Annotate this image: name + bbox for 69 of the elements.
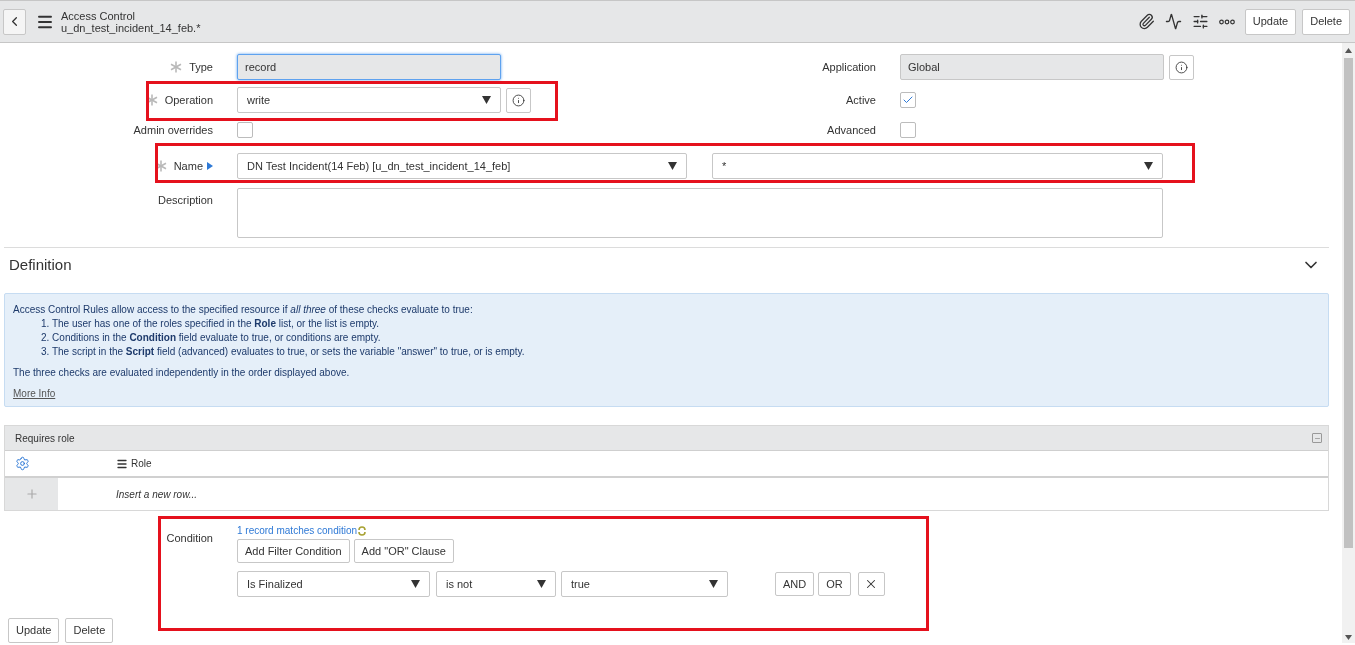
- more-icon[interactable]: [1218, 18, 1235, 25]
- caret-icon: [411, 580, 420, 588]
- sliders-icon[interactable]: [1191, 13, 1209, 30]
- check-icon: [902, 94, 914, 106]
- button[interactable]: Add "OR" Clause: [353, 539, 454, 563]
- button[interactable]: Update: [8, 618, 60, 643]
- more-info-link[interactable]: More Info: [13, 387, 56, 402]
- triangle-icon[interactable]: [207, 162, 213, 170]
- description-field[interactable]: [237, 188, 1163, 238]
- dropdown[interactable]: write: [237, 87, 501, 113]
- add-row-cell[interactable]: [5, 478, 58, 510]
- dropdown[interactable]: *: [712, 153, 1163, 179]
- field-label: Operation: [164, 92, 213, 108]
- field-label: Description: [157, 193, 213, 208]
- caret-icon: [668, 162, 677, 170]
- column-header: Role: [131, 457, 152, 471]
- section-title: Definition: [9, 254, 72, 275]
- field-label: Name: [173, 158, 203, 174]
- record-subtitle: u_dn_test_incident_14_feb.*: [61, 21, 201, 34]
- dropdown[interactable]: true: [561, 571, 728, 597]
- button[interactable]: Update: [1244, 8, 1297, 35]
- back-button[interactable]: [3, 8, 26, 35]
- refresh-icon[interactable]: [357, 525, 368, 536]
- info-button[interactable]: [1169, 54, 1194, 80]
- button[interactable]: Delete: [65, 618, 114, 643]
- window-title: Access Control: [61, 9, 136, 22]
- collapse-button[interactable]: [1312, 433, 1322, 443]
- info-button[interactable]: [506, 87, 531, 113]
- matches-link[interactable]: 1 record matches condition: [237, 523, 358, 538]
- info-icon: [512, 93, 525, 107]
- scrollbar[interactable]: [1342, 43, 1355, 643]
- info-text: Access Control Rules allow access to the specified resource if all three of these checks evaluate to true:: [13, 303, 474, 318]
- button[interactable]: Delete: [1302, 8, 1350, 35]
- caret-icon: [537, 580, 546, 588]
- checkbox[interactable]: [900, 92, 916, 108]
- info-text: 1. The user has one of the roles specified in the Role list, or the list is empty.: [40, 317, 381, 332]
- checkbox[interactable]: [237, 122, 253, 138]
- field-label: Admin overrides: [133, 122, 213, 138]
- column-menu-icon[interactable]: [116, 457, 128, 470]
- info-icon: [1175, 60, 1188, 74]
- plus-icon: [24, 487, 39, 501]
- paperclip-icon[interactable]: [1137, 13, 1155, 30]
- insert-row-placeholder[interactable]: Insert a new row...: [116, 486, 198, 502]
- button[interactable]: AND: [775, 572, 815, 596]
- input-field[interactable]: record: [237, 54, 501, 80]
- caret-icon: [1144, 162, 1153, 170]
- caret-icon: [482, 96, 491, 104]
- info-text: The three checks are evaluated independently in the order displayed above.: [13, 366, 351, 381]
- remove-button[interactable]: [857, 572, 885, 596]
- scroll-down-icon[interactable]: [1345, 635, 1352, 640]
- info-text: 3. The script in the Script field (advanced) evaluates to true, or sets the variable "answer" to true, or is empty.: [40, 345, 526, 360]
- button[interactable]: Add Filter Condition: [237, 539, 350, 563]
- scroll-up-icon[interactable]: [1345, 48, 1352, 53]
- checkbox[interactable]: [900, 122, 916, 138]
- field-label: Advanced: [827, 122, 876, 138]
- dropdown[interactable]: is not: [436, 571, 556, 597]
- settings-icon[interactable]: [15, 456, 30, 471]
- list-title: Requires role: [15, 431, 75, 446]
- pulse-icon[interactable]: [1164, 13, 1182, 30]
- field-label: Condition: [166, 531, 213, 546]
- field-label: Active: [846, 92, 876, 108]
- field-label: Application: [822, 59, 876, 75]
- field-label: Type: [189, 59, 213, 75]
- info-text: 2. Conditions in the Condition field evaluate to true, or conditions are empty.: [40, 331, 382, 346]
- button[interactable]: OR: [818, 572, 851, 596]
- caret-icon: [709, 580, 718, 588]
- dropdown[interactable]: DN Test Incident(14 Feb) [u_dn_test_incident_14_feb]: [237, 153, 687, 179]
- dropdown[interactable]: Is Finalized: [237, 571, 430, 597]
- input-field[interactable]: Global: [900, 54, 1164, 80]
